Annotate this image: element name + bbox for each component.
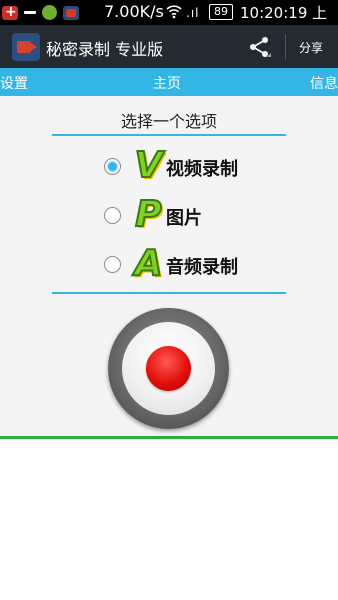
divider-top (52, 134, 286, 136)
radio-video[interactable] (104, 158, 121, 175)
option-audio[interactable]: A 音频录制 (104, 243, 304, 285)
action-bar: 秘密录制 专业版 分享 (0, 25, 338, 68)
tab-settings[interactable]: 设置 (0, 73, 28, 93)
picture-badge-icon: P (134, 194, 162, 236)
record-button-face (122, 322, 215, 415)
share-icon[interactable] (247, 35, 271, 59)
signal-icon: .ıl (186, 6, 200, 20)
tab-home[interactable]: 主页 (153, 73, 181, 93)
option-picture[interactable]: P 图片 (104, 194, 304, 236)
status-bar: 7.00K/s .ıl 89 10:20:19 上午 (0, 0, 338, 43)
minus-notification-icon (24, 11, 36, 14)
radio-picture[interactable] (104, 207, 121, 224)
notification-icons (2, 3, 79, 22)
tab-bar: 设置 主页 信息 (0, 68, 338, 96)
record-dot-icon (146, 346, 191, 391)
video-badge-icon: V (134, 145, 164, 187)
bottom-area (0, 439, 338, 600)
camera-notification-icon (63, 5, 79, 20)
record-button[interactable] (108, 308, 229, 429)
option-video-label: 视频录制 (166, 159, 238, 180)
tab-info[interactable]: 信息 (310, 73, 338, 93)
audio-badge-icon: A (134, 243, 164, 285)
share-button[interactable]: 分享 (299, 39, 323, 56)
app-title: 秘密录制 专业版 (46, 40, 164, 59)
main-content: 选择一个选项 V 视频录制 P 图片 A 音频录制 (0, 96, 338, 436)
app-notification-icon (42, 5, 57, 20)
option-picture-label: 图片 (166, 208, 202, 229)
option-prompt: 选择一个选项 (120, 112, 217, 131)
add-notification-icon (2, 4, 18, 20)
radio-audio[interactable] (104, 256, 121, 273)
wifi-icon (166, 5, 182, 19)
network-speed: 7.00K/s (104, 2, 164, 21)
app-icon[interactable] (12, 33, 40, 61)
option-audio-label: 音频录制 (166, 257, 238, 278)
divider-bottom (52, 292, 286, 294)
option-video[interactable]: V 视频录制 (104, 145, 304, 187)
battery-icon: 89 (209, 4, 233, 20)
action-bar-divider (285, 34, 286, 60)
